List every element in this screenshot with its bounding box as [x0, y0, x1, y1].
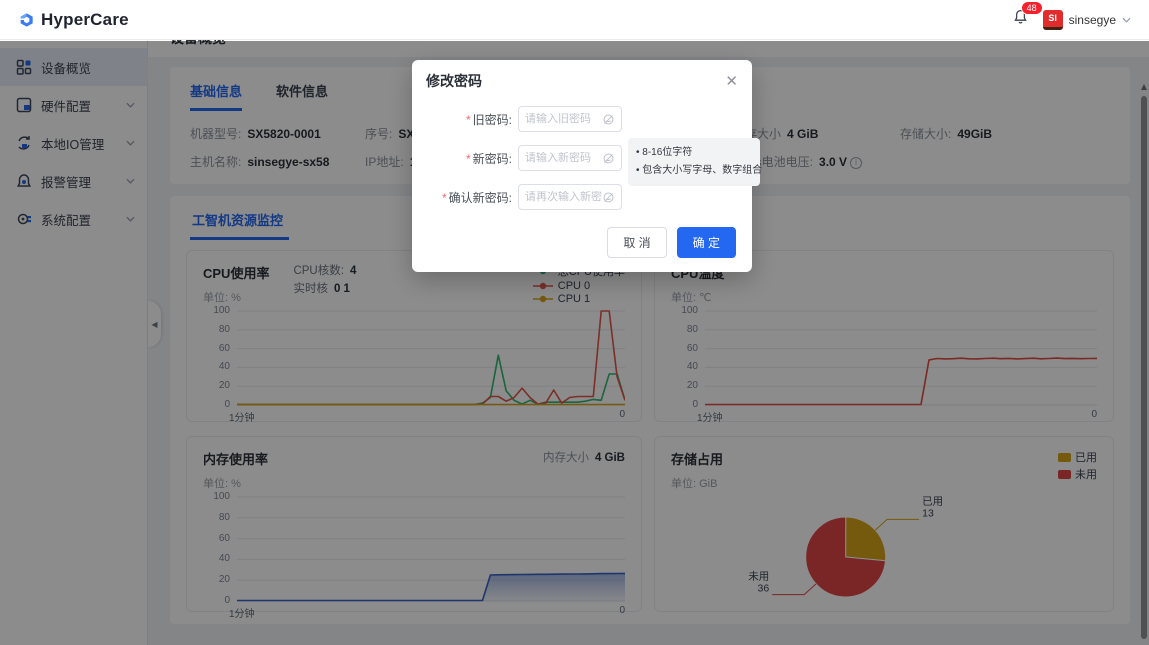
close-icon[interactable]: ✕: [725, 74, 738, 89]
new-password-field[interactable]: [518, 145, 622, 171]
confirm-button[interactable]: 确 定: [677, 227, 736, 258]
eye-off-icon[interactable]: [602, 113, 615, 126]
new-password-label: *新密码:: [426, 150, 512, 167]
old-password-input[interactable]: [525, 113, 602, 125]
confirm-password-row: *确认新密码:: [426, 184, 738, 210]
old-password-field[interactable]: [518, 106, 622, 132]
avatar: SI: [1043, 10, 1063, 30]
eye-off-icon[interactable]: [602, 152, 615, 165]
notifications-button[interactable]: 48: [1012, 8, 1029, 31]
username: sinsegye: [1069, 13, 1116, 27]
eye-off-icon[interactable]: [602, 191, 615, 204]
new-password-row: *新密码: 8-16位字符 包含大小写字母、数字组合: [426, 145, 738, 171]
brand-name: HyperCare: [41, 10, 129, 30]
confirm-password-field[interactable]: [518, 184, 622, 210]
chevron-down-icon: [1122, 17, 1131, 23]
user-menu[interactable]: SI sinsegye: [1043, 10, 1131, 30]
app-header: HyperCare 48 SI sinsegye: [0, 0, 1149, 40]
confirm-password-input[interactable]: [525, 191, 602, 203]
notification-badge: 48: [1021, 1, 1043, 15]
change-password-modal: 修改密码 ✕ *旧密码: *新密码: 8-16位字符 包含大小写字母、数: [412, 60, 752, 272]
new-password-input[interactable]: [525, 152, 602, 164]
password-rules-hint: 8-16位字符 包含大小写字母、数字组合: [628, 138, 760, 186]
brand-logo-icon: [18, 12, 34, 28]
brand: HyperCare: [18, 10, 129, 30]
old-password-row: *旧密码:: [426, 106, 738, 132]
old-password-label: *旧密码:: [426, 111, 512, 128]
confirm-password-label: *确认新密码:: [426, 189, 512, 206]
modal-title: 修改密码: [426, 71, 482, 91]
cancel-button[interactable]: 取 消: [607, 227, 666, 258]
